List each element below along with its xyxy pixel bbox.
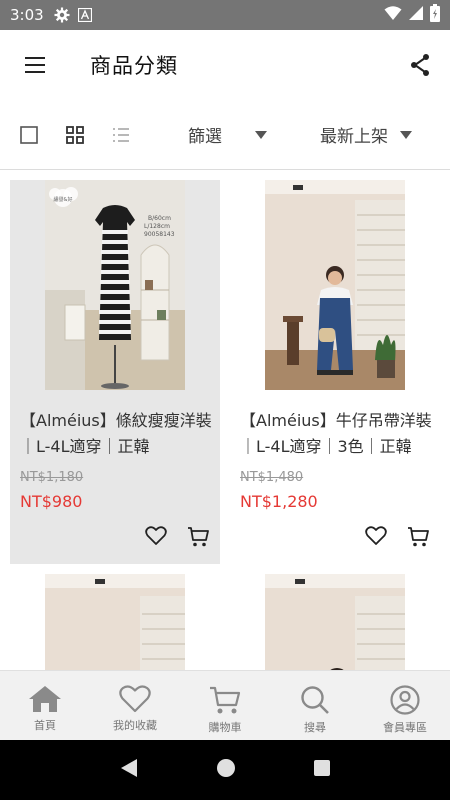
list-view-button[interactable] (98, 127, 144, 143)
cart-icon (188, 527, 209, 547)
account-icon (390, 685, 420, 715)
photo-size-text: B/60cm L/128cm 90058143 (144, 215, 175, 238)
sale-price: NT$1,280 (240, 492, 318, 511)
nav-search[interactable]: 搜尋 (270, 671, 360, 740)
back-icon (120, 759, 137, 777)
sale-price: NT$980 (20, 492, 83, 511)
listing-toolbar: 篩選 最新上架 (0, 100, 450, 170)
system-navigation-bar (0, 740, 450, 800)
add-to-cart-button[interactable] (407, 526, 429, 552)
recents-icon (314, 760, 331, 776)
nav-cart-label: 購物車 (208, 721, 242, 734)
product-card[interactable]: 【Alméius】牛仔吊帶洋裝｜L-4L適穿｜3色｜正韓 NT$1,480 NT… (230, 180, 440, 564)
product-grid: 繡發&好 B/60cm L/128cm 90058143 【Alméius】條紋… (0, 171, 450, 670)
menu-button[interactable] (0, 30, 70, 100)
select-checkbox[interactable] (6, 125, 52, 144)
nav-search-label: 搜尋 (304, 721, 326, 734)
checkbox-icon (20, 125, 38, 144)
home-button[interactable] (216, 758, 236, 782)
product-name[interactable]: 【Alméius】條紋瘦瘦洋裝｜L-4L適穿｜正韓 (20, 408, 225, 460)
cart-icon (210, 686, 241, 714)
share-button[interactable] (390, 30, 450, 100)
photo-logo-text: 繡發&好 (54, 196, 73, 203)
dropdown-arrow-icon (400, 130, 412, 139)
grid-view-icon (66, 125, 84, 144)
product-image[interactable] (265, 180, 405, 390)
original-price: NT$1,180 (20, 470, 84, 485)
favorite-button[interactable] (365, 526, 387, 550)
hamburger-icon (25, 57, 45, 73)
filter-label: 篩選 (188, 127, 222, 147)
product-image[interactable] (265, 574, 405, 670)
grid-view-button[interactable] (52, 125, 98, 144)
sort-dropdown[interactable]: 最新上架 (320, 122, 412, 147)
nav-favorites-label: 我的收藏 (113, 719, 157, 732)
wifi-icon (384, 5, 402, 25)
app-bar: 商品分類 (0, 30, 450, 100)
notification-a-icon (77, 8, 92, 22)
battery-icon (430, 4, 440, 26)
search-icon (301, 686, 329, 714)
back-button[interactable] (119, 758, 139, 782)
nav-account[interactable]: 會員專區 (360, 671, 450, 740)
nav-cart[interactable]: 購物車 (180, 671, 270, 740)
product-card[interactable]: 繡發&好 B/60cm L/128cm 90058143 【Alméius】條紋… (10, 180, 220, 564)
status-time: 3:03 (10, 6, 44, 24)
product-image[interactable]: 繡發&好 B/60cm L/128cm 90058143 (45, 180, 185, 390)
heart-icon (145, 526, 167, 545)
favorite-button[interactable] (145, 526, 167, 550)
heart-icon (119, 685, 151, 713)
filter-dropdown[interactable]: 篩選 (188, 122, 267, 147)
list-view-icon (113, 127, 129, 142)
settings-icon (54, 7, 70, 23)
add-to-cart-button[interactable] (187, 526, 209, 552)
product-card[interactable] (230, 574, 440, 670)
nav-home[interactable]: 首頁 (0, 671, 90, 740)
product-card[interactable] (10, 574, 220, 670)
dropdown-arrow-icon (255, 130, 267, 139)
original-price: NT$1,480 (240, 470, 304, 485)
recents-button[interactable] (313, 759, 331, 781)
signal-icon (408, 5, 424, 25)
sort-label: 最新上架 (320, 127, 388, 147)
nav-favorites[interactable]: 我的收藏 (90, 671, 180, 740)
cart-icon (408, 527, 429, 547)
home-icon (29, 686, 61, 712)
home-circle-icon (216, 759, 235, 777)
heart-icon (365, 526, 387, 545)
page-title: 商品分類 (90, 54, 178, 78)
bottom-navigation: 首頁 我的收藏 購物車 搜尋 會員專區 (0, 670, 450, 740)
share-icon (411, 54, 429, 76)
nav-account-label: 會員專區 (383, 721, 427, 734)
product-image[interactable] (45, 574, 185, 670)
product-name[interactable]: 【Alméius】牛仔吊帶洋裝｜L-4L適穿｜3色｜正韓 (240, 408, 445, 460)
nav-home-label: 首頁 (34, 719, 56, 732)
status-bar: 3:03 (0, 0, 450, 30)
